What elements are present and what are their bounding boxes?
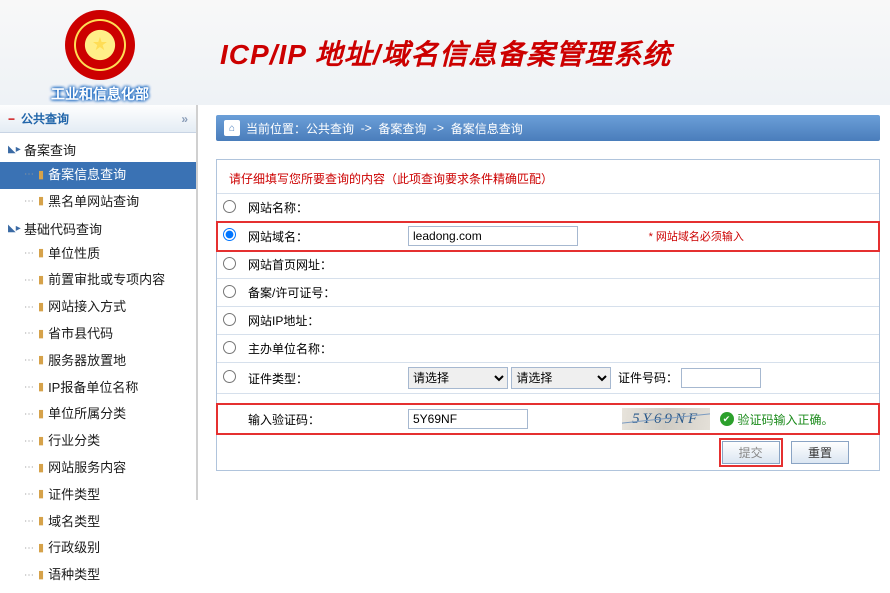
cert-no-label: 证件号码： (618, 371, 678, 385)
row-site-home: 网站首页网址： (217, 251, 879, 279)
bullet-icon: ⋯ (24, 273, 34, 289)
form-hint: 请仔细填写您所要查询的内容（此项查询要求条件精确匹配） (217, 160, 879, 193)
sidebar-item-blacklist-query[interactable]: ⋯ ▮ 黑名单网站查询 (0, 189, 196, 216)
radio-site-ip[interactable] (223, 313, 236, 326)
captcha-ok-label: 验证码输入正确。 (720, 411, 834, 428)
input-site-domain[interactable] (408, 226, 578, 246)
sidebar-item[interactable]: ⋯▮IP报备单位名称 (0, 375, 196, 402)
row-captcha: 输入验证码： 5Y69NF 验证码输入正确。 (217, 404, 879, 435)
bullet-icon: ⋯ (24, 460, 34, 476)
sidebar-item[interactable]: ⋯▮网站服务内容 (0, 455, 196, 482)
folder-arrow-icon: ◣▸ (8, 144, 22, 155)
radio-record-no[interactable] (223, 285, 236, 298)
select-cert-type-1[interactable]: 请选择 (408, 367, 508, 389)
sidebar-header[interactable]: − 公共查询 » (0, 105, 196, 133)
input-captcha[interactable] (408, 409, 528, 429)
bullet-icon: ⋯ (24, 487, 34, 503)
sidebar-item[interactable]: ⋯▮域名类型 (0, 509, 196, 536)
doc-icon: ▮ (38, 379, 44, 397)
bullet-icon: ⋯ (24, 568, 34, 584)
sidebar-item[interactable]: ⋯▮行业分类 (0, 428, 196, 455)
select-cert-type-2[interactable]: 请选择 (511, 367, 611, 389)
breadcrumb-prefix: 当前位置： (246, 120, 306, 137)
doc-icon: ▮ (38, 513, 44, 531)
query-form: 请仔细填写您所要查询的内容（此项查询要求条件精确匹配） 网站名称： 网站域名： … (216, 159, 880, 471)
radio-site-home[interactable] (223, 257, 236, 270)
bullet-icon: ⋯ (24, 194, 34, 210)
doc-icon: ▮ (38, 540, 44, 558)
doc-icon: ▮ (38, 406, 44, 424)
sidebar-item[interactable]: ⋯▮行政级别 (0, 535, 196, 562)
sidebar-category-basic-codes[interactable]: ◣▸ 基础代码查询 (0, 216, 196, 241)
doc-icon: ▮ (38, 433, 44, 451)
chevron-double-icon[interactable]: » (181, 112, 188, 126)
sidebar-item[interactable]: ⋯▮单位性质 (0, 241, 196, 268)
doc-icon: ▮ (38, 486, 44, 504)
sidebar-item[interactable]: ⋯▮服务器放置地 (0, 348, 196, 375)
folder-arrow-icon: ◣▸ (8, 223, 22, 234)
home-icon[interactable]: ⌂ (224, 120, 240, 136)
doc-icon: ▮ (38, 326, 44, 344)
header: ★ 工业和信息化部 ICP/IP 地址/域名信息备案管理系统 (0, 0, 890, 105)
captcha-image[interactable]: 5Y69NF (622, 408, 710, 430)
doc-icon: ▮ (38, 193, 44, 211)
row-site-name: 网站名称： (217, 194, 879, 222)
radio-org-name[interactable] (223, 341, 236, 354)
ministry-name: 工业和信息化部 (0, 84, 200, 104)
submit-button[interactable]: 提交 (722, 441, 780, 464)
bullet-icon: ⋯ (24, 514, 34, 530)
sidebar-item-record-info-query[interactable]: ⋯ ▮ 备案信息查询 (0, 162, 196, 189)
bullet-icon: ⋯ (24, 167, 34, 183)
sidebar: − 公共查询 » ◣▸ 备案查询 ⋯ ▮ 备案信息查询 ⋯ ▮ 黑名单网站查询 … (0, 105, 198, 500)
bullet-icon: ⋯ (24, 380, 34, 396)
emblem-area: ★ 工业和信息化部 (0, 2, 200, 104)
doc-icon: ▮ (38, 299, 44, 317)
doc-icon: ▮ (38, 167, 44, 185)
radio-cert-type[interactable] (223, 370, 236, 383)
bullet-icon: ⋯ (24, 407, 34, 423)
sidebar-item[interactable]: ⋯▮单位所属分类 (0, 401, 196, 428)
sidebar-item[interactable]: ⋯▮省市县代码 (0, 321, 196, 348)
required-note: * 网站域名必须输入 (643, 222, 879, 251)
row-site-ip: 网站IP地址： (217, 307, 879, 335)
sidebar-category-records[interactable]: ◣▸ 备案查询 (0, 137, 196, 162)
radio-site-name[interactable] (223, 200, 236, 213)
sidebar-item[interactable]: ⋯▮前置审批或专项内容 (0, 267, 196, 294)
collapse-icon: − (8, 112, 15, 126)
bullet-icon: ⋯ (24, 326, 34, 342)
bullet-icon: ⋯ (24, 246, 34, 262)
sidebar-item[interactable]: ⋯▮网站接入方式 (0, 294, 196, 321)
sidebar-item[interactable]: ⋯▮证件类型 (0, 482, 196, 509)
doc-icon: ▮ (38, 460, 44, 478)
breadcrumb: ⌂ 当前位置： 公共查询 -> 备案查询 -> 备案信息查询 (216, 115, 880, 141)
national-emblem-icon: ★ (65, 10, 135, 80)
main-panel: ⌂ 当前位置： 公共查询 -> 备案查询 -> 备案信息查询 请仔细填写您所要查… (198, 105, 890, 500)
doc-icon: ▮ (38, 272, 44, 290)
system-title: ICP/IP 地址/域名信息备案管理系统 (220, 33, 671, 73)
sidebar-title: 公共查询 (21, 110, 69, 127)
doc-icon: ▮ (38, 352, 44, 370)
doc-icon: ▮ (38, 245, 44, 263)
row-record-no: 备案/许可证号： (217, 279, 879, 307)
sidebar-item[interactable]: ⋯▮语种类型 (0, 562, 196, 589)
radio-site-domain[interactable] (223, 228, 236, 241)
input-cert-no[interactable] (681, 368, 761, 388)
reset-button[interactable]: 重置 (791, 441, 849, 464)
bullet-icon: ⋯ (24, 434, 34, 450)
doc-icon: ▮ (38, 567, 44, 585)
bullet-icon: ⋯ (24, 353, 34, 369)
bullet-icon: ⋯ (24, 300, 34, 316)
row-cert-type: 证件类型： 请选择 请选择 证件号码： (217, 363, 879, 394)
row-site-domain: 网站域名： * 网站域名必须输入 (217, 222, 879, 251)
row-org-name: 主办单位名称： (217, 335, 879, 363)
bullet-icon: ⋯ (24, 541, 34, 557)
